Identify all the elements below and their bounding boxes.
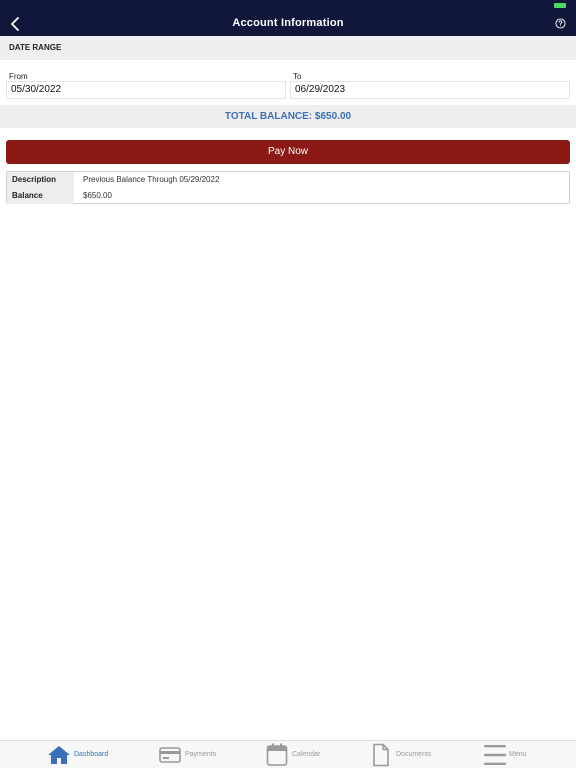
date-range-label: DATE RANGE [9, 43, 62, 52]
help-icon [554, 17, 566, 29]
tab-calendar[interactable]: Calendar [265, 741, 335, 768]
detail-value: $650.00 [83, 191, 112, 200]
document-icon [373, 743, 389, 767]
bottom-tab-bar: Dashboard Payments Calendar Documents Me… [0, 740, 576, 768]
menu-icon [484, 745, 506, 765]
tab-label: Payments [185, 751, 217, 758]
app-screen: Account Information DATE RANGE From 05/3… [0, 0, 576, 768]
total-balance-text: TOTAL BALANCE: $650.00 [224, 111, 352, 122]
to-label: To [293, 72, 302, 81]
navigation-bar: Account Information [0, 0, 576, 36]
date-range-header: DATE RANGE [0, 36, 576, 60]
tab-label: Menu [509, 751, 527, 758]
calendar-icon [266, 743, 288, 766]
detail-key: Description [7, 172, 74, 188]
tab-documents[interactable]: Documents [371, 741, 441, 768]
detail-row-description: Description Previous Balance Through 05/… [7, 172, 569, 188]
balance-details-table: Description Previous Balance Through 05/… [6, 171, 570, 204]
detail-row-balance: Balance $650.00 [7, 188, 569, 204]
credit-card-icon [159, 747, 181, 763]
to-date-field[interactable]: 06/29/2023 [290, 81, 570, 99]
from-label: From [9, 72, 28, 81]
status-bar [0, 0, 576, 10]
battery-icon [554, 3, 566, 8]
home-icon [48, 746, 70, 764]
tab-dashboard[interactable]: Dashboard [46, 741, 116, 768]
page-title: Account Information [232, 17, 344, 29]
detail-value: Previous Balance Through 05/29/2022 [83, 175, 220, 184]
tab-label: Dashboard [74, 751, 109, 758]
tab-menu[interactable]: Menu [482, 741, 542, 768]
help-button[interactable] [554, 17, 566, 29]
tab-label: Calendar [292, 751, 321, 758]
total-balance-bar: TOTAL BALANCE: $650.00 [0, 105, 576, 128]
pay-now-button[interactable]: Pay Now [6, 140, 570, 164]
tab-label: Documents [396, 751, 432, 758]
detail-key: Balance [7, 188, 74, 204]
tab-payments[interactable]: Payments [158, 741, 228, 768]
from-date-field[interactable]: 05/30/2022 [6, 81, 286, 99]
